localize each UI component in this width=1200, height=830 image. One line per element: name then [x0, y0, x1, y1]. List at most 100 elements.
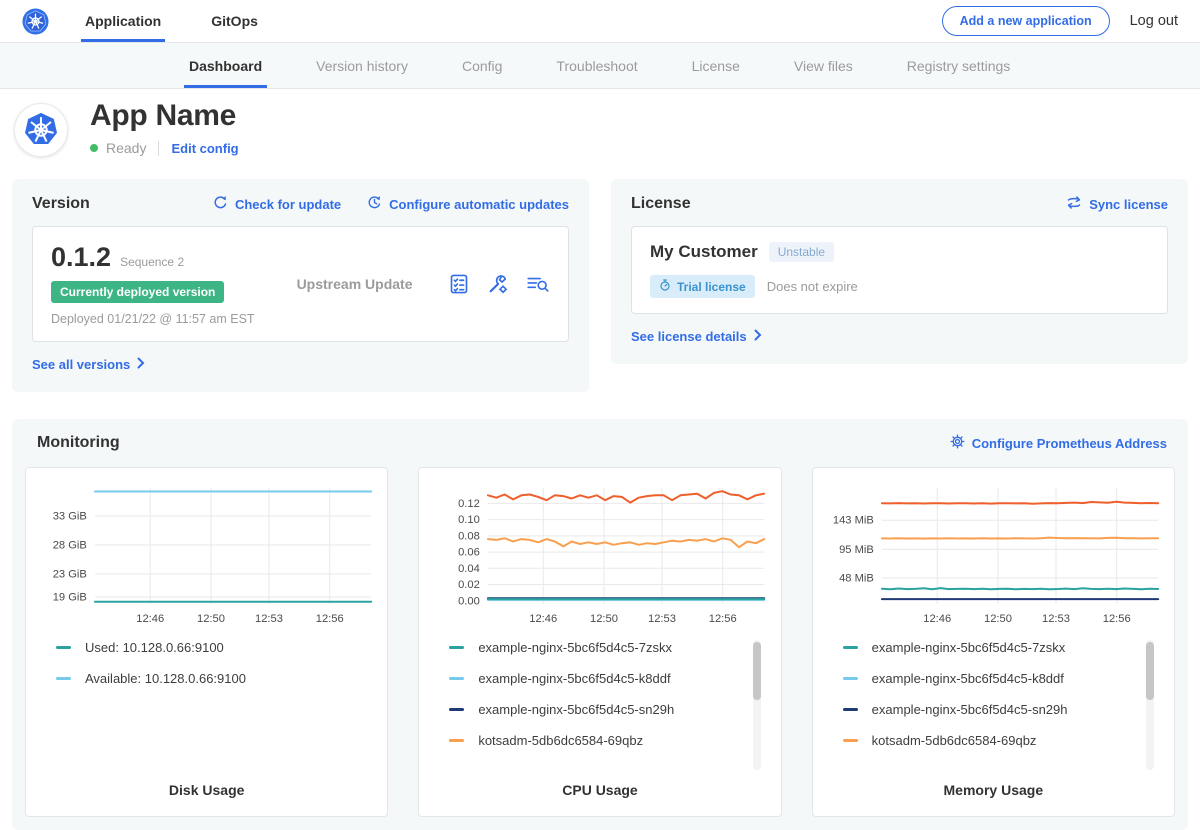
legend-color-dash — [449, 677, 464, 680]
memory-usage-chart-card: 12:4612:5012:5312:56143 MiB95 MiB48 MiB … — [812, 467, 1175, 817]
see-license-details-link[interactable]: See license details — [631, 329, 762, 344]
subnav-tab-troubleshoot[interactable]: Troubleshoot — [529, 43, 664, 88]
see-all-versions-link[interactable]: See all versions — [32, 357, 145, 372]
disk-usage-chart-card: 12:4612:5012:5312:5633 GiB28 GiB23 GiB19… — [25, 467, 388, 817]
chart-title: CPU Usage — [425, 778, 774, 804]
app-name: App Name — [90, 99, 239, 133]
svg-text:48 MiB: 48 MiB — [839, 572, 874, 584]
legend-item: Available: 10.128.0.66:9100 — [56, 671, 351, 686]
legend-item: example-nginx-5bc6f5d4c5-sn29h — [449, 702, 744, 717]
svg-text:143 MiB: 143 MiB — [833, 515, 874, 527]
svg-text:0.04: 0.04 — [458, 563, 480, 575]
preflight-checks-icon[interactable] — [448, 273, 470, 295]
legend-label: Used: 10.128.0.66:9100 — [85, 640, 224, 655]
legend-color-dash — [449, 708, 464, 711]
legend-color-dash — [843, 739, 858, 742]
legend-item: kotsadm-5db6dc6584-69qbz — [449, 733, 744, 748]
subnav-tab-config[interactable]: Config — [435, 43, 529, 88]
legend-label: example-nginx-5bc6f5d4c5-7zskx — [872, 640, 1066, 655]
topnav-tabs: Application GitOps — [81, 0, 304, 42]
app-logo-icon — [14, 103, 68, 157]
svg-text:12:53: 12:53 — [1042, 613, 1070, 625]
monitoring-title: Monitoring — [37, 434, 120, 452]
status-dot-icon — [90, 144, 98, 152]
divider — [158, 141, 159, 156]
config-wrench-icon[interactable] — [487, 273, 509, 295]
legend-color-dash — [843, 646, 858, 649]
legend-label: example-nginx-5bc6f5d4c5-sn29h — [872, 702, 1068, 717]
legend-item: example-nginx-5bc6f5d4c5-7zskx — [843, 640, 1138, 655]
sync-license-link[interactable]: Sync license — [1066, 196, 1168, 212]
app-status: Ready — [106, 140, 146, 156]
svg-text:12:53: 12:53 — [648, 613, 676, 625]
version-card-title: Version — [32, 195, 90, 213]
svg-text:12:50: 12:50 — [984, 613, 1012, 625]
app-header: App Name Ready Edit config — [0, 89, 1200, 169]
subnav-tab-version-history[interactable]: Version history — [289, 43, 435, 88]
license-type-badge: Trial license — [650, 275, 755, 298]
monitoring-card: Monitoring Configure Prometheus Address … — [12, 419, 1188, 830]
svg-text:0.12: 0.12 — [458, 498, 480, 510]
configure-prometheus-link[interactable]: Configure Prometheus Address — [950, 434, 1167, 452]
configure-automatic-updates-link[interactable]: Configure automatic updates — [367, 195, 569, 213]
version-number: 0.1.2 — [51, 242, 111, 273]
topnav-tab-gitops[interactable]: GitOps — [207, 0, 262, 42]
legend-label: example-nginx-5bc6f5d4c5-k8ddf — [872, 671, 1064, 686]
customer-name: My Customer — [650, 242, 758, 262]
license-card-title: License — [631, 195, 691, 213]
chart-title: Memory Usage — [819, 778, 1168, 804]
svg-text:23 GiB: 23 GiB — [53, 568, 87, 580]
gear-icon — [950, 434, 965, 452]
svg-text:95 MiB: 95 MiB — [839, 544, 874, 556]
add-application-button[interactable]: Add a new application — [942, 6, 1110, 36]
memory-usage-legend[interactable]: example-nginx-5bc6f5d4c5-7zskx example-ng… — [843, 640, 1154, 778]
legend-label: Available: 10.128.0.66:9100 — [85, 671, 246, 686]
cpu-usage-legend[interactable]: example-nginx-5bc6f5d4c5-7zskxexample-ng… — [449, 640, 760, 778]
chevron-right-icon — [137, 357, 145, 372]
svg-text:0.08: 0.08 — [458, 530, 480, 542]
legend-item: example-nginx-5bc6f5d4c5-k8ddf — [449, 671, 744, 686]
svg-text:0.10: 0.10 — [458, 514, 480, 526]
channel-badge: Unstable — [769, 242, 834, 262]
version-card: Version Check for update — [12, 179, 589, 392]
refresh-icon — [213, 195, 228, 213]
edit-config-link[interactable]: Edit config — [171, 141, 238, 156]
svg-text:12:56: 12:56 — [709, 613, 737, 625]
legend-item: kotsadm-5db6dc6584-69qbz — [843, 733, 1138, 748]
legend-color-dash — [56, 646, 71, 649]
version-source: Upstream Update — [297, 276, 413, 292]
chart-title: Disk Usage — [32, 778, 381, 804]
legend-color-dash — [449, 646, 464, 649]
svg-text:0.06: 0.06 — [458, 547, 480, 559]
stopwatch-icon — [659, 279, 671, 294]
view-diff-icon[interactable] — [526, 274, 550, 294]
disk-usage-chart: 12:4612:5012:5312:5633 GiB28 GiB23 GiB19… — [32, 478, 381, 630]
top-nav: ApplicationGitOps Add a new application … — [0, 0, 1200, 43]
svg-text:0.02: 0.02 — [458, 579, 480, 591]
license-card: License Sync license My Customer Unstabl… — [611, 179, 1188, 364]
subnav-tab-license[interactable]: License — [665, 43, 767, 88]
disk-usage-legend: Used: 10.128.0.66:9100 Available: 10.128.… — [56, 640, 367, 778]
svg-text:28 GiB: 28 GiB — [53, 539, 87, 551]
legend-item: example-nginx-5bc6f5d4c5-sn29h — [843, 702, 1138, 717]
kubernetes-logo-icon — [22, 0, 49, 42]
subnav-tab-registry-settings[interactable]: Registry settings — [880, 43, 1037, 88]
subnav-tab-dashboard[interactable]: Dashboard — [162, 43, 289, 88]
svg-text:12:53: 12:53 — [255, 613, 283, 625]
app-subnav: DashboardVersion historyConfigTroublesho… — [0, 43, 1200, 89]
topnav-tab-application[interactable]: Application — [81, 0, 165, 42]
license-expiry: Does not expire — [767, 279, 858, 294]
legend-color-dash — [843, 677, 858, 680]
memory-usage-chart: 12:4612:5012:5312:56143 MiB95 MiB48 MiB — [819, 478, 1168, 630]
legend-item: example-nginx-5bc6f5d4c5-k8ddf — [843, 671, 1138, 686]
svg-text:12:50: 12:50 — [197, 613, 225, 625]
subnav-tab-view-files[interactable]: View files — [767, 43, 880, 88]
svg-text:12:56: 12:56 — [316, 613, 344, 625]
deployed-badge: Currently deployed version — [51, 281, 224, 303]
check-for-update-link[interactable]: Check for update — [213, 195, 341, 213]
svg-text:12:56: 12:56 — [1102, 613, 1130, 625]
svg-text:33 GiB: 33 GiB — [53, 510, 87, 522]
logout-button[interactable]: Log out — [1130, 13, 1178, 29]
legend-label: example-nginx-5bc6f5d4c5-sn29h — [478, 702, 674, 717]
svg-text:12:46: 12:46 — [136, 613, 164, 625]
